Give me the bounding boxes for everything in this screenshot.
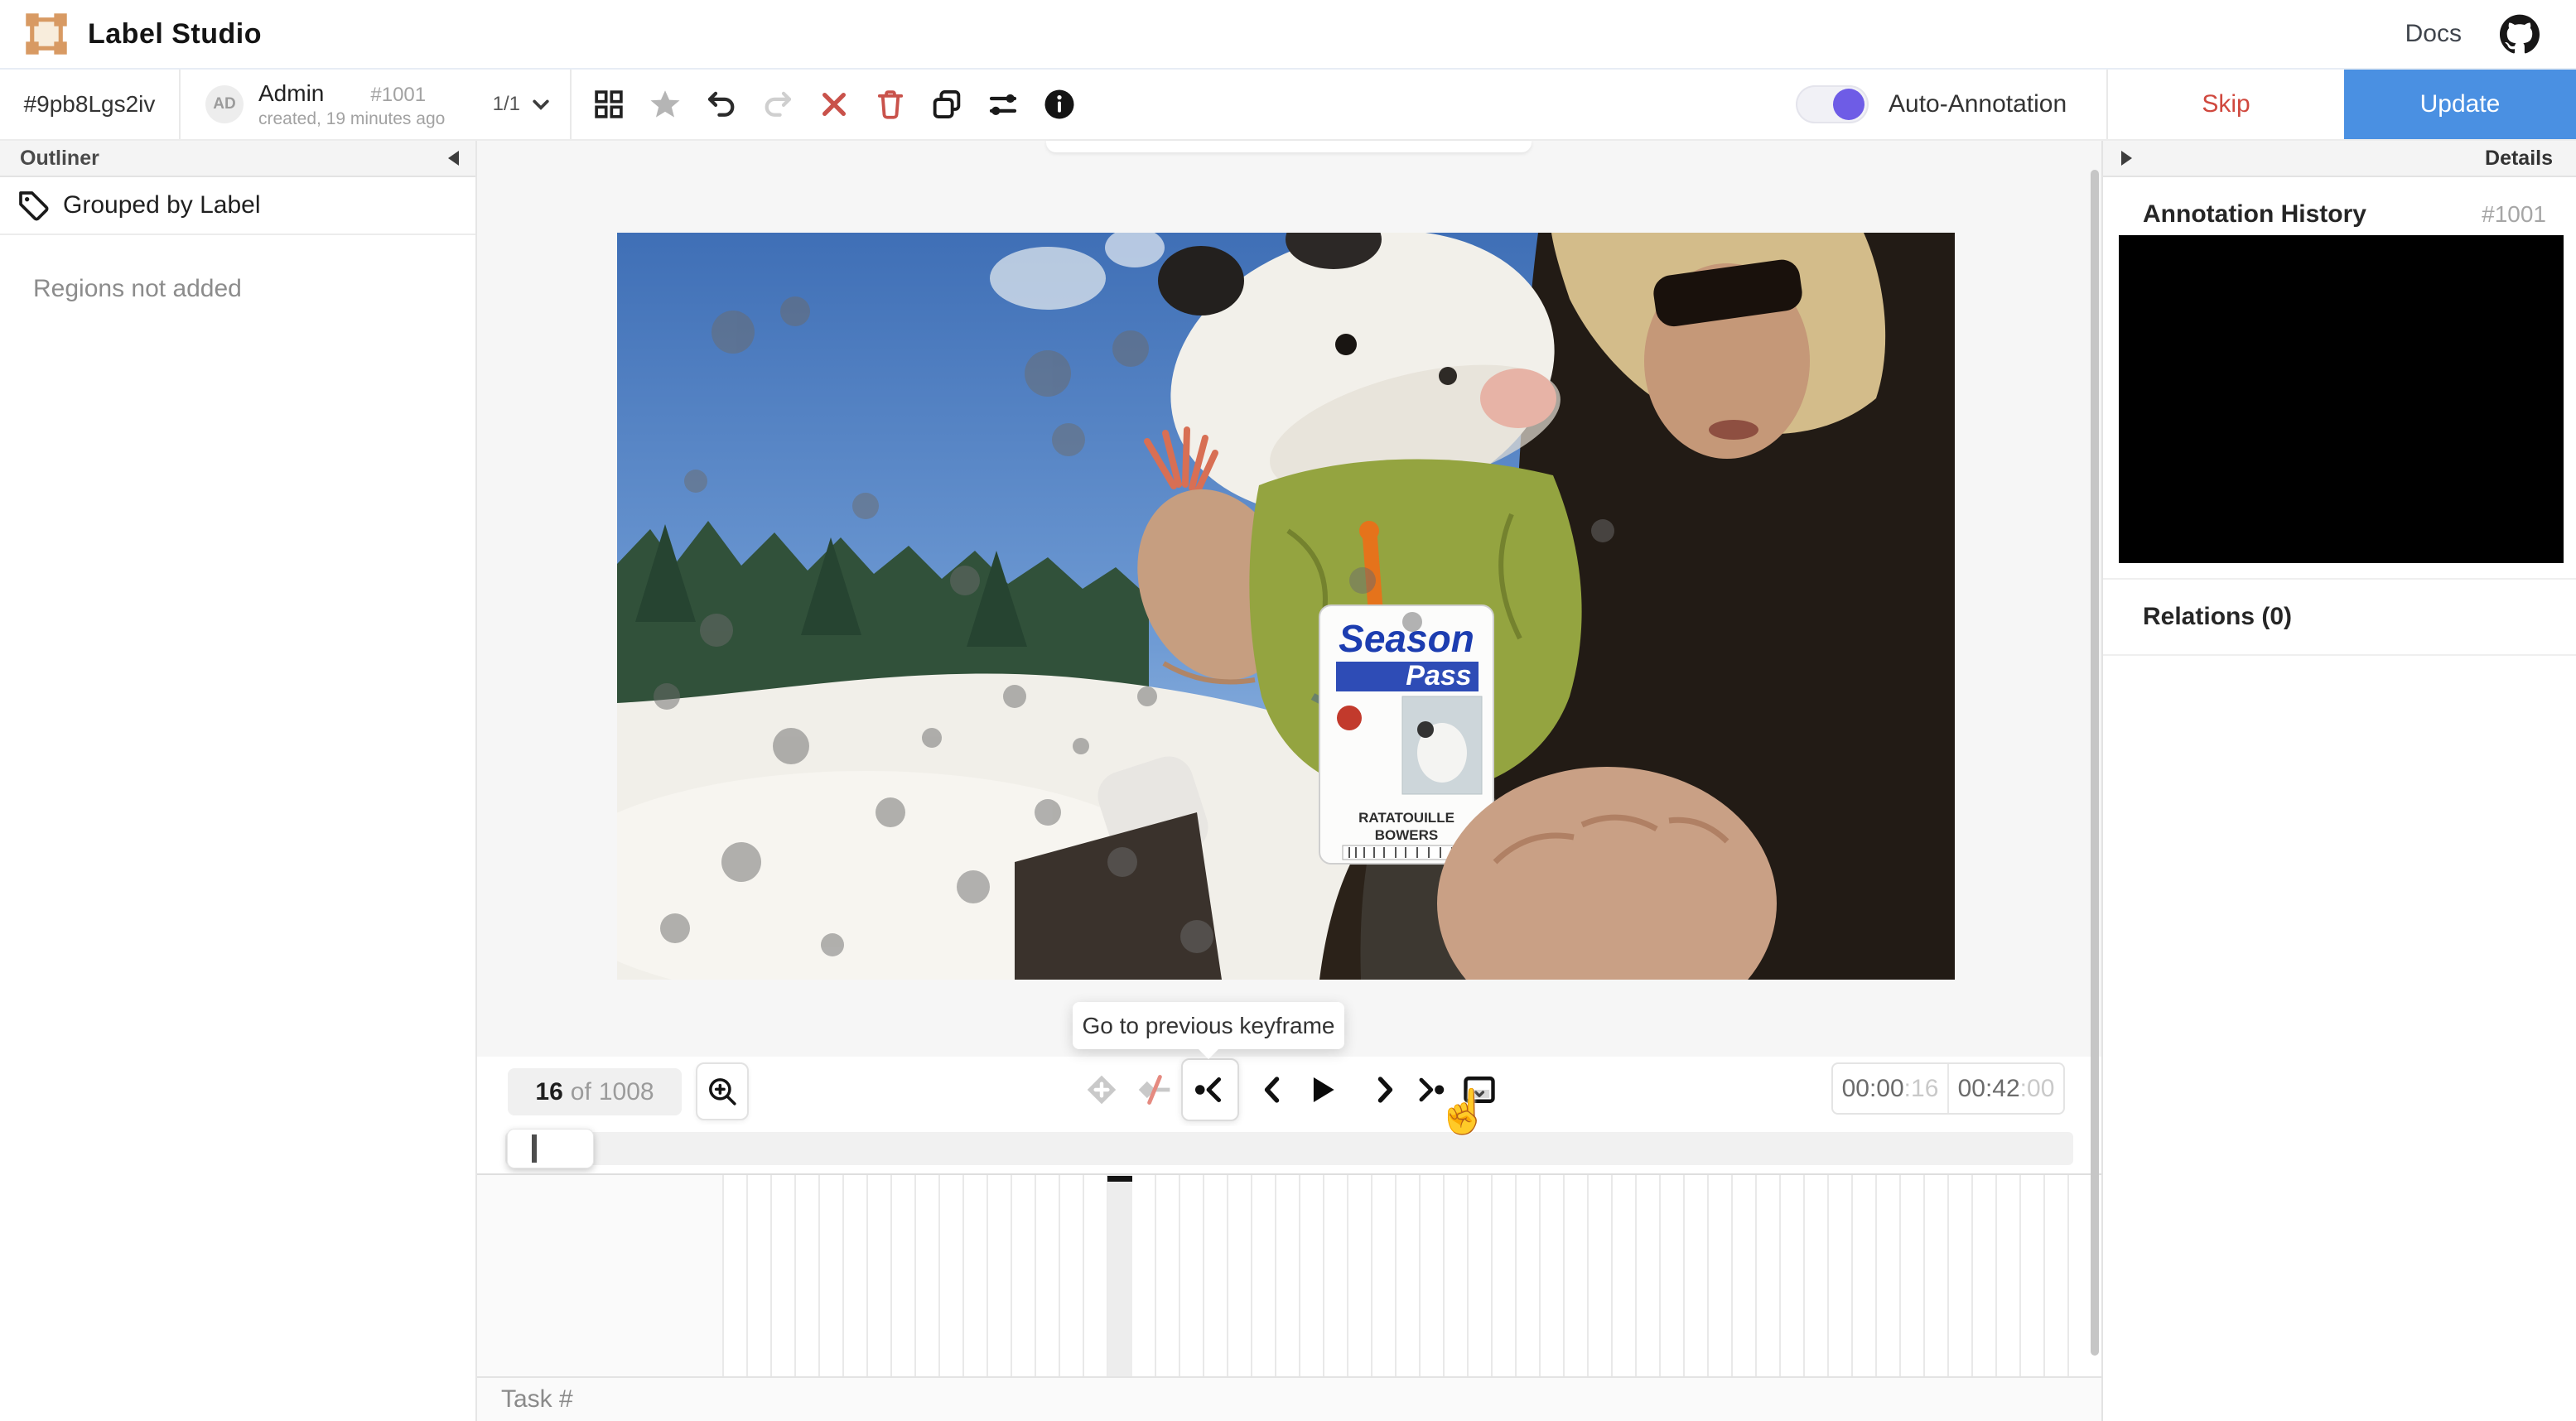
group-mode-label: Grouped by Label xyxy=(63,191,261,219)
details-panel: Details Annotation History #1001 Relatio… xyxy=(2101,141,2576,1421)
duration-time: 00:42 xyxy=(1957,1074,2020,1102)
prev-keyframe-button[interactable]: ☝ xyxy=(1181,1058,1490,1136)
relations-section[interactable]: Relations (0) xyxy=(2103,578,2576,656)
video-controls: 16 of 1008 ☝ 00:00:16 00:42:00 xyxy=(477,1057,2101,1136)
video-config-bar xyxy=(1046,141,1532,152)
details-title: Details xyxy=(2485,146,2553,170)
outliner-header: Outliner xyxy=(0,141,475,177)
user-name: Admin xyxy=(258,79,325,106)
toolbar-actions xyxy=(590,70,1078,139)
badge-name-line1: RATATOUILLE xyxy=(1358,810,1454,826)
docs-link[interactable]: Docs xyxy=(2405,20,2462,48)
season-pass-badge: Season Pass RATATOUILLE BOWERS xyxy=(1319,605,1494,865)
playhead-handle[interactable] xyxy=(1107,1176,1132,1182)
annotation-history-thumbnail[interactable] xyxy=(2119,235,2564,563)
next-keyframe-icon xyxy=(1419,1077,1445,1102)
play-icon xyxy=(1313,1077,1334,1103)
frame-options-button[interactable] xyxy=(1459,1070,1499,1110)
annotation-toolbar: #9pb8Lgs2iv AD Admin #1001 created, 19 m… xyxy=(0,70,2576,141)
duration-field[interactable]: 00:42:00 xyxy=(1949,1064,2063,1113)
seekbar-viewport-handle[interactable] xyxy=(507,1129,594,1168)
playhead-column xyxy=(1107,1175,1132,1376)
info-icon[interactable] xyxy=(1040,85,1078,123)
toggle-knob xyxy=(1833,89,1864,120)
collapse-left-icon[interactable] xyxy=(448,151,459,166)
frame-counter[interactable]: 16 of 1008 xyxy=(508,1068,682,1115)
reject-icon[interactable] xyxy=(815,85,853,123)
task-number-label: Task # xyxy=(501,1385,573,1413)
app-header: Label Studio Docs xyxy=(0,0,2576,70)
current-time-frames: :16 xyxy=(1903,1074,1939,1102)
toggle-interpolation-button[interactable] xyxy=(1135,1070,1175,1110)
main-stage: Season Pass RATATOUILLE BOWERS Go to pre… xyxy=(477,141,2101,1421)
avatar: AD xyxy=(205,85,244,123)
prev-keyframe-icon xyxy=(1194,1077,1222,1102)
annotation-history-title: Annotation History xyxy=(2143,200,2366,228)
group-by-label-selector[interactable]: Grouped by Label xyxy=(0,177,475,235)
skip-button[interactable]: Skip xyxy=(2106,70,2344,139)
next-frame-button[interactable] xyxy=(1365,1070,1405,1110)
details-header: Details xyxy=(2103,141,2576,177)
annotation-id: #1001 xyxy=(370,83,427,106)
tag-icon xyxy=(19,191,49,221)
auto-annotation-control: Auto-Annotation xyxy=(1796,70,2067,139)
seekbar-row xyxy=(477,1126,2101,1173)
next-keyframe-button[interactable] xyxy=(1410,1070,1450,1110)
delete-icon[interactable] xyxy=(871,85,909,123)
zoom-in-icon xyxy=(709,1078,736,1105)
add-keyframe-button[interactable] xyxy=(1082,1070,1122,1110)
prev-frame-icon xyxy=(1264,1077,1280,1103)
timecodes: 00:00:16 00:42:00 xyxy=(1831,1062,2065,1115)
annotation-selector[interactable]: AD Admin #1001 created, 19 minutes ago 1… xyxy=(181,70,572,139)
redo-icon[interactable] xyxy=(759,85,797,123)
seekbar-position-indicator xyxy=(532,1134,537,1163)
app-title: Label Studio xyxy=(88,17,262,50)
github-icon[interactable] xyxy=(2500,14,2540,54)
expand-right-icon[interactable] xyxy=(2121,151,2132,166)
frame-total: 1008 xyxy=(598,1077,654,1105)
outliner-panel: Outliner Grouped by Label Regions not ad… xyxy=(0,141,477,1421)
auto-annotation-label: Auto-Annotation xyxy=(1889,90,2067,118)
annotation-pager[interactable]: 1/1 xyxy=(493,70,555,139)
vertical-scrollbar[interactable] xyxy=(2091,170,2099,1356)
interpolation-icon xyxy=(1138,1075,1170,1105)
star-icon[interactable] xyxy=(646,85,684,123)
prev-frame-button[interactable] xyxy=(1252,1070,1292,1110)
frame-separator: of xyxy=(570,1077,591,1105)
grid-view-icon[interactable] xyxy=(590,85,628,123)
badge-name-line2: BOWERS xyxy=(1375,827,1439,843)
duplicate-icon[interactable] xyxy=(928,85,966,123)
timeline-gutter xyxy=(477,1175,722,1376)
current-time: 00:00 xyxy=(1841,1074,1904,1102)
regions-empty-message: Regions not added xyxy=(33,275,242,302)
current-time-field[interactable]: 00:00:16 xyxy=(1833,1064,1949,1113)
annotation-history-id: #1001 xyxy=(2482,201,2546,227)
chevron-down-icon xyxy=(533,99,549,110)
next-frame-icon xyxy=(1377,1077,1393,1103)
add-keyframe-icon xyxy=(1087,1075,1117,1105)
tooltip: Go to previous keyframe xyxy=(1073,1002,1344,1059)
created-timestamp: created, 19 minutes ago xyxy=(258,108,446,128)
task-id[interactable]: #9pb8Lgs2iv xyxy=(0,70,181,139)
auto-annotation-toggle[interactable] xyxy=(1796,85,1869,123)
badge-title-line2: Pass xyxy=(1406,660,1471,691)
video-canvas[interactable]: Season Pass RATATOUILLE BOWERS xyxy=(617,233,1955,980)
play-button[interactable] xyxy=(1302,1070,1342,1110)
settings-icon[interactable] xyxy=(984,85,1022,123)
frame-current: 16 xyxy=(535,1077,563,1105)
outliner-title: Outliner xyxy=(20,146,99,170)
task-footer: Task # xyxy=(477,1376,2101,1421)
label-studio-logo-icon xyxy=(23,11,70,57)
frames-timeline xyxy=(477,1173,2101,1376)
seekbar-track[interactable] xyxy=(505,1132,2073,1165)
undo-icon[interactable] xyxy=(702,85,740,123)
frame-options-icon xyxy=(1464,1077,1495,1103)
update-button[interactable]: Update xyxy=(2344,70,2576,139)
timeline-frames-grid[interactable] xyxy=(722,1175,2069,1376)
pager-count: 1/1 xyxy=(492,93,520,115)
tooltip-text: Go to previous keyframe xyxy=(1082,1012,1335,1038)
duration-frames: :00 xyxy=(2019,1074,2055,1102)
zoom-in-button[interactable] xyxy=(696,1062,749,1120)
